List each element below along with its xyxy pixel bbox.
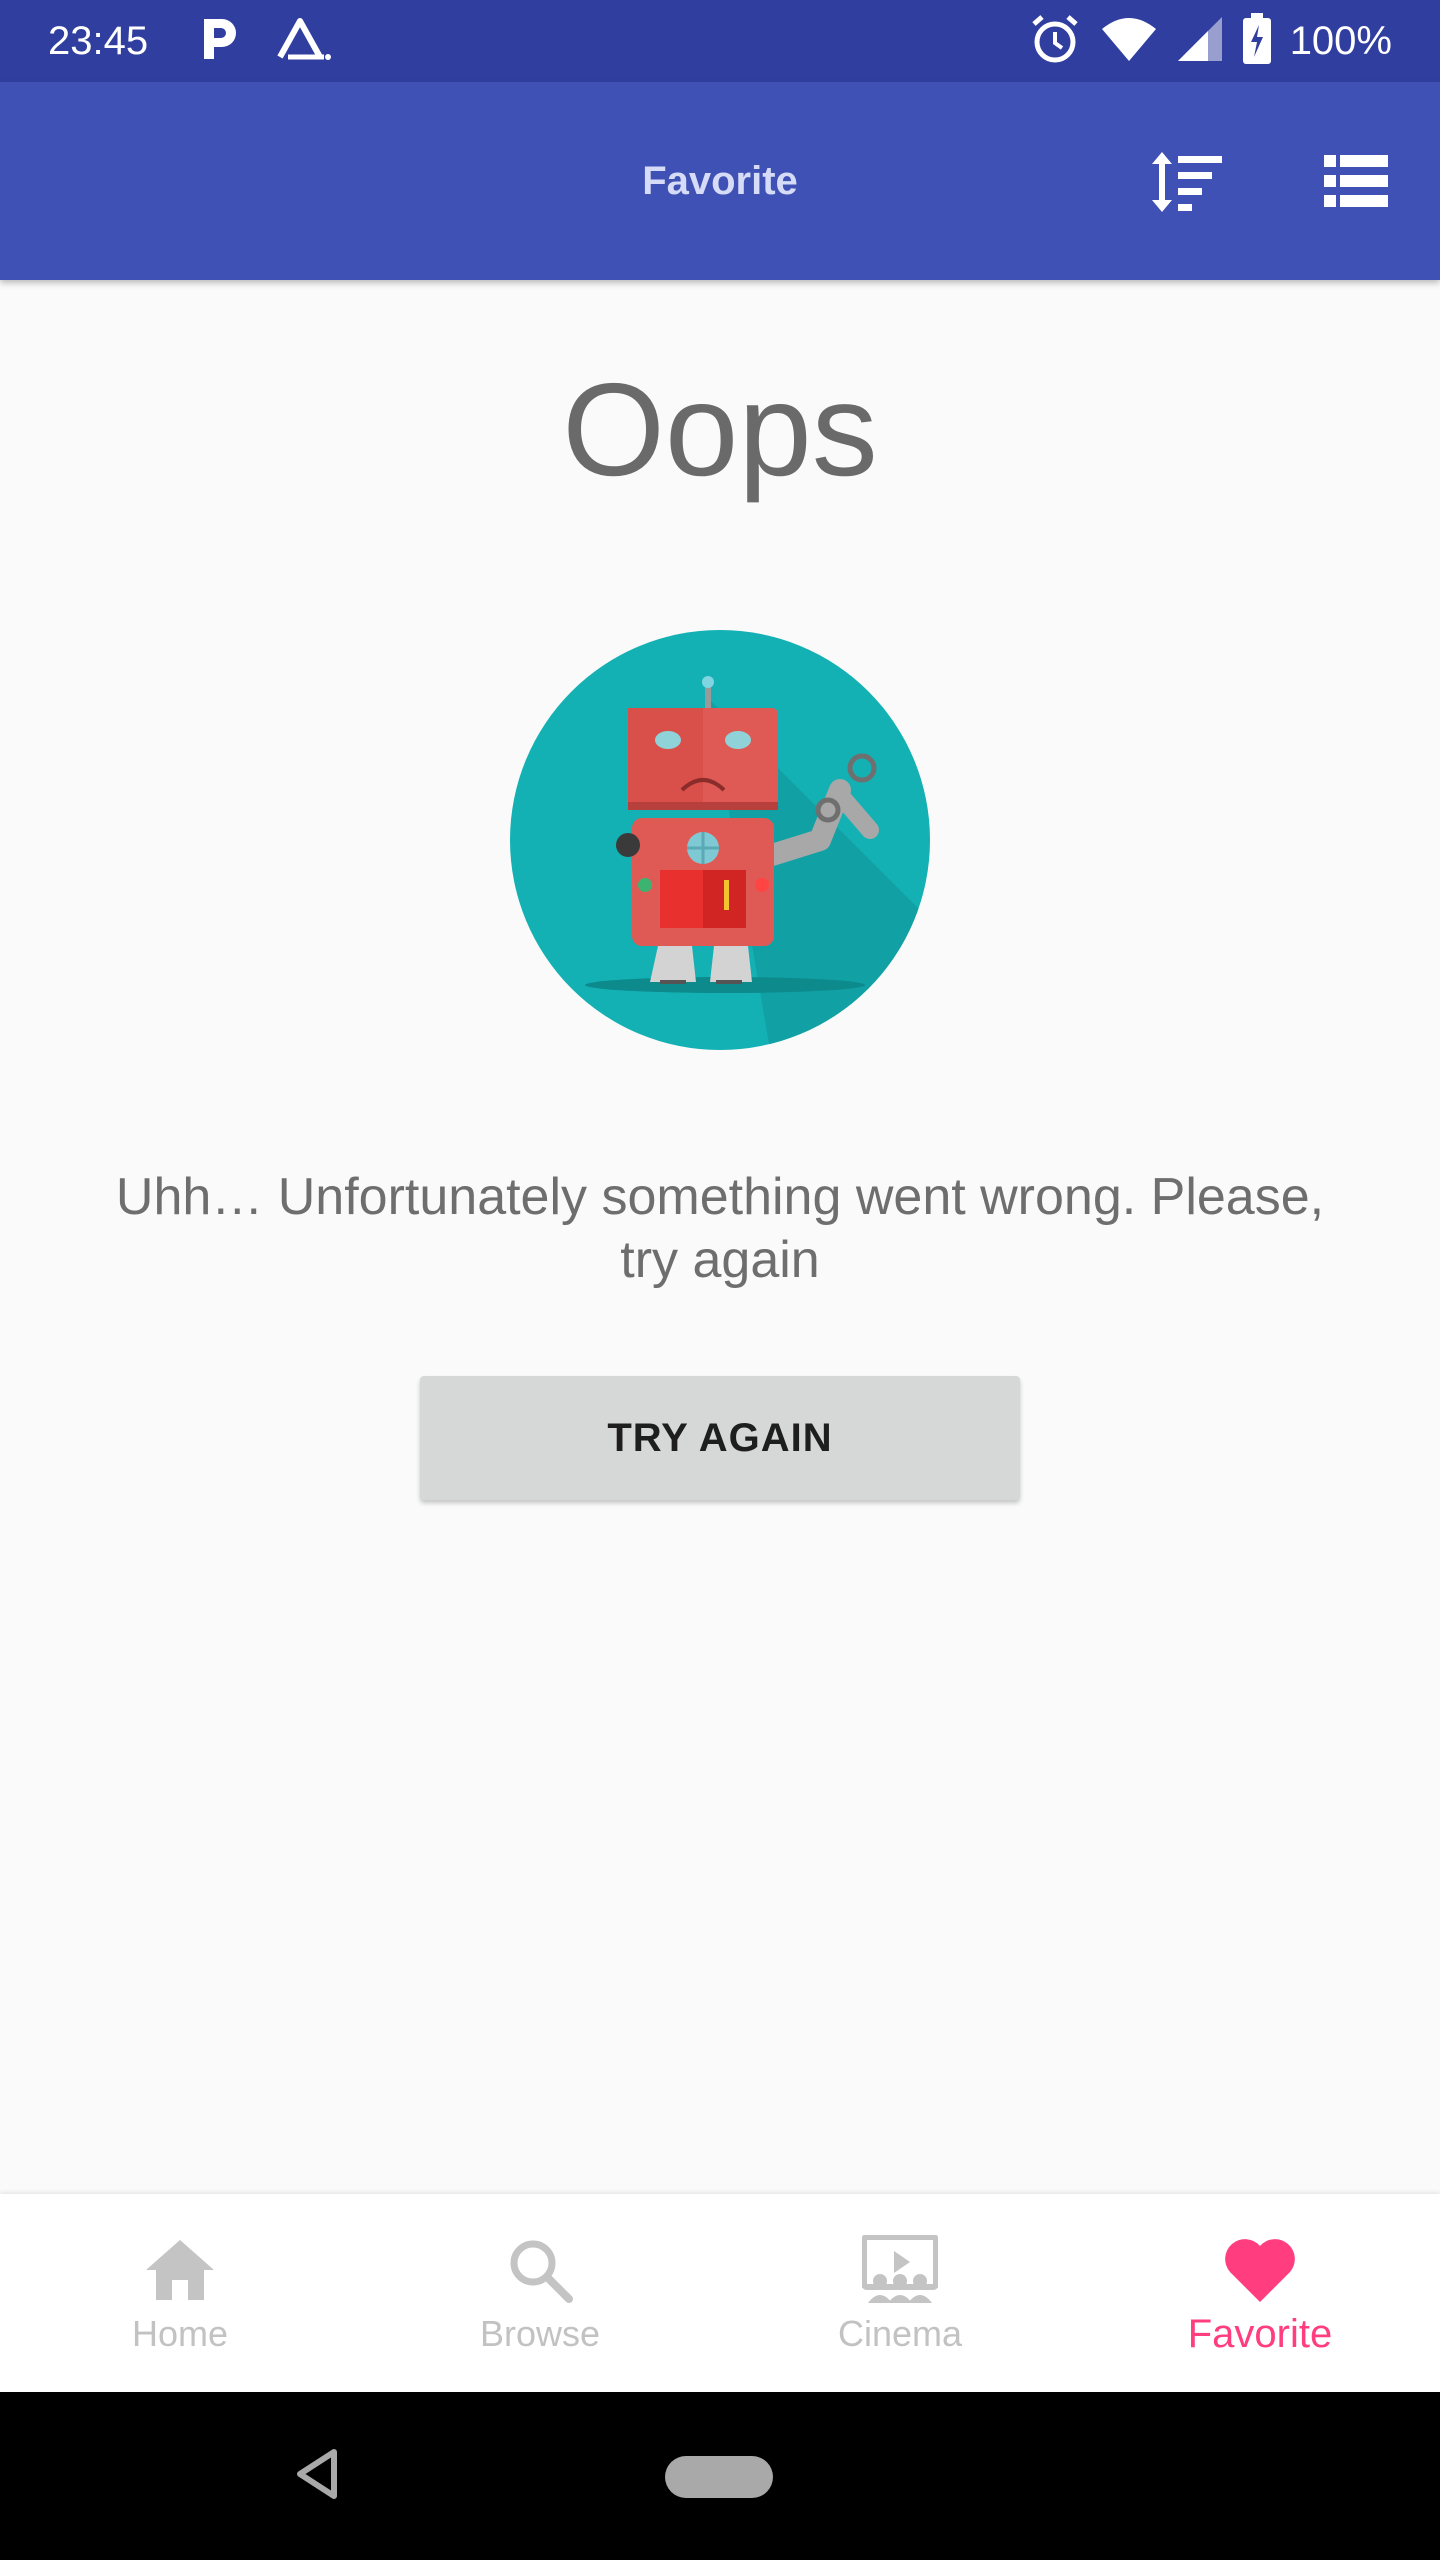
nav-label-cinema: Cinema <box>837 2313 963 2354</box>
alarm-icon <box>1028 12 1082 71</box>
back-button[interactable] <box>290 2444 350 2504</box>
a-app-icon <box>276 17 334 66</box>
status-time: 23:45 <box>48 19 149 63</box>
wifi-icon <box>1100 15 1158 68</box>
status-bar: 23:45 100% <box>0 0 1440 82</box>
broken-robot-illustration <box>510 630 930 1050</box>
battery-charging-icon <box>1242 12 1272 70</box>
list-view-button[interactable] <box>1314 142 1398 226</box>
error-title: Oops <box>562 356 878 503</box>
cinema-icon <box>860 2230 940 2310</box>
nav-item-cinema[interactable]: Cinema <box>720 2194 1080 2392</box>
system-navigation-bar <box>0 2392 1440 2560</box>
sort-button[interactable] <box>1144 142 1228 226</box>
nav-label-home: Home <box>131 2313 229 2354</box>
home-pill-button[interactable] <box>665 2456 773 2498</box>
error-message: Uhh… Unfortunately something went wrong.… <box>115 1168 1325 1289</box>
status-system-icons: 100% <box>1028 12 1392 71</box>
home-icon <box>140 2230 220 2310</box>
nav-item-favorite[interactable]: Favorite <box>1080 2194 1440 2392</box>
app-bar: Favorite <box>0 82 1440 280</box>
search-icon <box>500 2230 580 2310</box>
bottom-navigation: Home Browse Cinema Favorite <box>0 2194 1440 2392</box>
try-again-button[interactable]: TRY AGAIN <box>420 1376 1020 1500</box>
p-app-icon <box>198 15 240 68</box>
nav-item-home[interactable]: Home <box>0 2194 360 2392</box>
nav-item-browse[interactable]: Browse <box>360 2194 720 2392</box>
battery-percentage: 100% <box>1289 19 1392 63</box>
nav-label-favorite: Favorite <box>1187 2312 1333 2356</box>
heart-icon <box>1220 2230 1300 2310</box>
signal-icon <box>1176 15 1224 68</box>
list-view-icon <box>1324 154 1388 214</box>
status-notification-icons <box>198 14 334 68</box>
sort-icon <box>1148 150 1224 219</box>
nav-label-browse: Browse <box>479 2313 601 2354</box>
